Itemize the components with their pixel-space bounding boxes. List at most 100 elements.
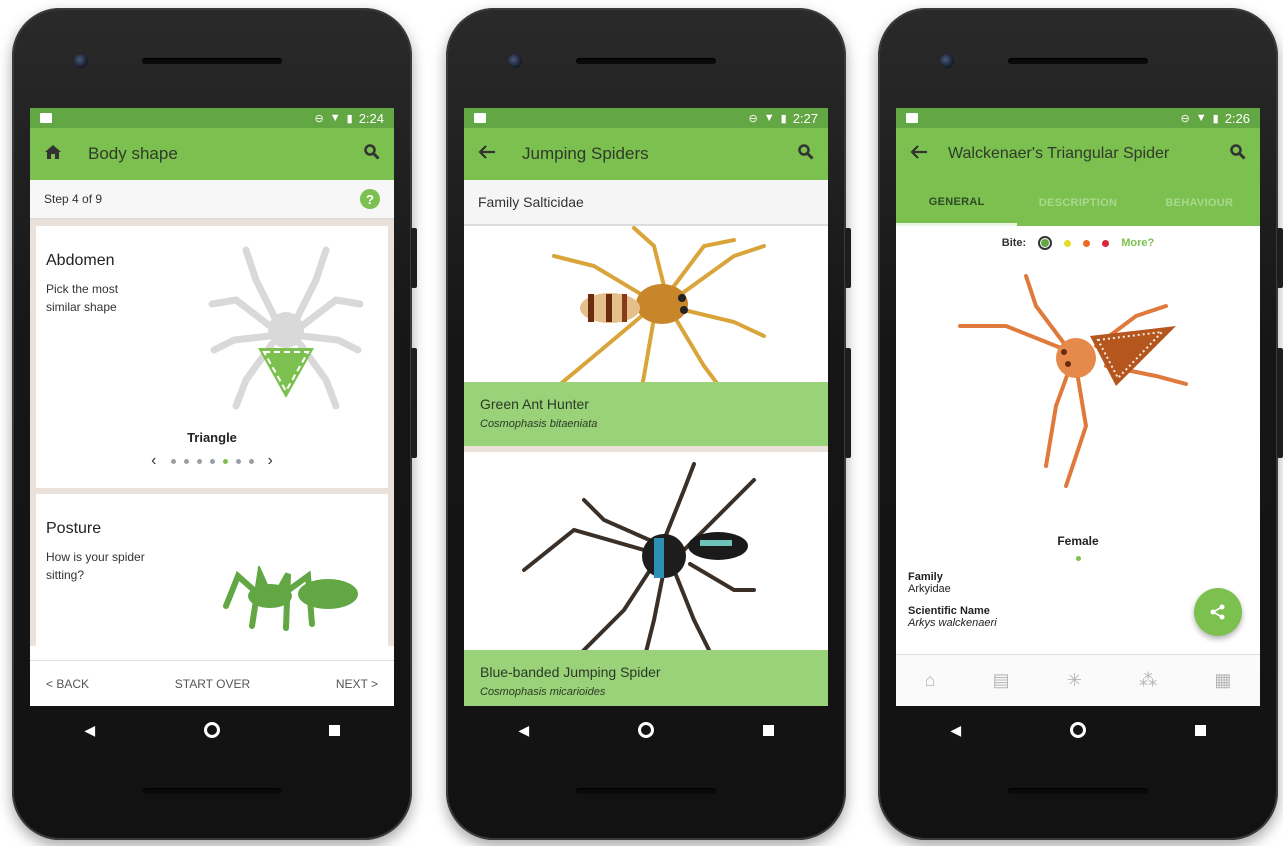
screen: ⊖ ▼ ▮ 2:27 Jumping Spiders Family Saltic… [464,108,828,706]
app-bar: Body shape [30,128,394,180]
shape-pager: ‹ › [36,452,388,470]
pager-dot[interactable] [196,458,202,464]
pager-dot[interactable] [209,458,215,464]
fact-key: Family [908,571,943,583]
search-icon[interactable] [1230,143,1246,165]
bite-level-dot [1102,239,1110,247]
abdomen-card[interactable]: Abdomen Pick the most similar shape Tria… [36,226,388,488]
chevron-right-icon[interactable]: › [268,452,273,470]
back-arrow-icon[interactable] [478,143,506,166]
battery-icon: ▮ [780,112,787,125]
bottom-speaker [576,788,716,794]
status-time: 2:27 [792,110,818,126]
card-title: Posture [46,520,102,537]
species-caption: Blue-banded Jumping Spider Cosmophasis m… [464,650,828,706]
nav-home-icon[interactable] [1069,722,1086,738]
species-name: Green Ant Hunter [480,396,589,412]
start-over-button[interactable]: START OVER [175,677,250,691]
bite-label: Bite: [1001,237,1027,249]
volume-button [411,228,417,288]
card-subtitle: Pick the most similar shape [46,282,119,314]
species-caption: Green Ant Hunter Cosmophasis bitaeniata [464,382,828,446]
tab-behaviour[interactable]: BEHAVIOUR [1139,197,1260,209]
power-button [411,348,417,458]
earpiece [142,58,282,64]
volume-button [1277,228,1283,288]
book-icon[interactable]: ▤ [993,670,1010,691]
nav-back-icon[interactable]: ◀ [518,722,529,739]
page-title: Walckenaer's Triangular Spider [948,145,1170,162]
nav-recents-icon[interactable] [1194,724,1206,736]
volume-button [845,228,851,288]
system-nav-bar: ◀ [464,706,828,754]
species-card[interactable]: Green Ant Hunter Cosmophasis bitaeniata [464,226,828,452]
blue-banded-jumping-spider-photo [522,462,756,660]
nav-home-icon[interactable] [637,722,654,738]
bottom-speaker [1008,788,1148,794]
nav-back-icon[interactable]: ◀ [950,722,961,739]
bottom-navigation: ⌂ ▤ ✳ ⁂ ▦ [896,654,1260,706]
screen: ⊖ ▼ ▮ 2:24 Body shape Step 4 of 9 ? Abdo… [30,108,394,706]
pager-dot[interactable] [235,458,241,464]
share-button[interactable] [1194,588,1242,636]
triangular-spider-photo [958,274,1188,488]
earpiece [576,58,716,64]
spider-outline-triangle-illustration [208,246,364,410]
species-card[interactable]: Blue-banded Jumping Spider Cosmophasis m… [464,452,828,706]
spider-icon[interactable]: ✳ [1067,670,1082,691]
pager-dot-active[interactable] [222,458,228,464]
grid-icon[interactable]: ▦ [1214,670,1231,691]
dnd-icon: ⊖ [748,112,758,125]
status-bar: ⊖ ▼ ▮ 2:26 [896,108,1260,128]
status-time: 2:26 [1224,110,1250,126]
species-scientific-name: Cosmophasis bitaeniata [480,418,598,430]
step-text: Step 4 of 9 [44,192,103,206]
power-button [1277,348,1283,458]
step-indicator: Step 4 of 9 ? [30,180,394,220]
selected-shape-label: Triangle [187,430,237,445]
search-icon[interactable] [798,143,814,165]
home-icon[interactable]: ⌂ [925,670,936,691]
bite-level-selected [1038,236,1053,250]
next-button[interactable]: NEXT > [336,677,378,691]
wizard-actions: < BACK START OVER NEXT > [30,660,394,706]
page-title: Body shape [88,144,178,163]
question-list: Abdomen Pick the most similar shape Tria… [30,220,394,654]
dnd-icon: ⊖ [314,112,324,125]
system-nav-bar: ◀ [896,706,1260,754]
earpiece [1008,58,1148,64]
chevron-left-icon[interactable]: ‹ [151,452,156,470]
nav-recents-icon[interactable] [762,724,774,736]
nav-home-icon[interactable] [203,722,220,738]
pager-dot[interactable] [170,458,176,464]
app-bar: Jumping Spiders [464,128,828,180]
back-arrow-icon[interactable] [910,143,938,166]
ant-icon[interactable]: ⁂ [1139,670,1157,691]
pager-dot[interactable] [248,458,254,464]
back-button[interactable]: < BACK [46,677,89,691]
nav-recents-icon[interactable] [328,724,340,736]
bite-more-link[interactable]: More? [1121,237,1154,249]
bite-level-dot [1083,239,1091,247]
wifi-icon: ▼ [763,112,775,124]
help-icon[interactable]: ? [360,189,380,209]
phone-jumping-spiders: ⊖ ▼ ▮ 2:27 Jumping Spiders Family Saltic… [446,8,851,840]
nav-back-icon[interactable]: ◀ [84,722,95,739]
image-notification-icon [474,113,486,123]
family-header: Family Salticidae [464,180,828,226]
dnd-icon: ⊖ [1180,112,1190,125]
screen: ⊖ ▼ ▮ 2:26 Walckenaer's Triangular Spide… [896,108,1260,706]
tab-description[interactable]: DESCRIPTION [1017,197,1138,209]
detail-tabs: GENERAL DESCRIPTION BEHAVIOUR [896,180,1260,226]
bottom-speaker [142,788,282,794]
front-camera [74,54,88,68]
phone-body-shape: ⊖ ▼ ▮ 2:24 Body shape Step 4 of 9 ? Abdo… [12,8,417,840]
tab-general[interactable]: GENERAL [896,180,1018,226]
pager-dot[interactable] [183,458,189,464]
home-icon[interactable] [44,143,72,166]
image-caption: Female [1057,534,1099,548]
search-icon[interactable] [364,143,380,165]
share-icon [1210,604,1225,620]
posture-card[interactable]: Posture How is your spider sitting? [36,494,388,654]
image-notification-icon [40,113,52,123]
